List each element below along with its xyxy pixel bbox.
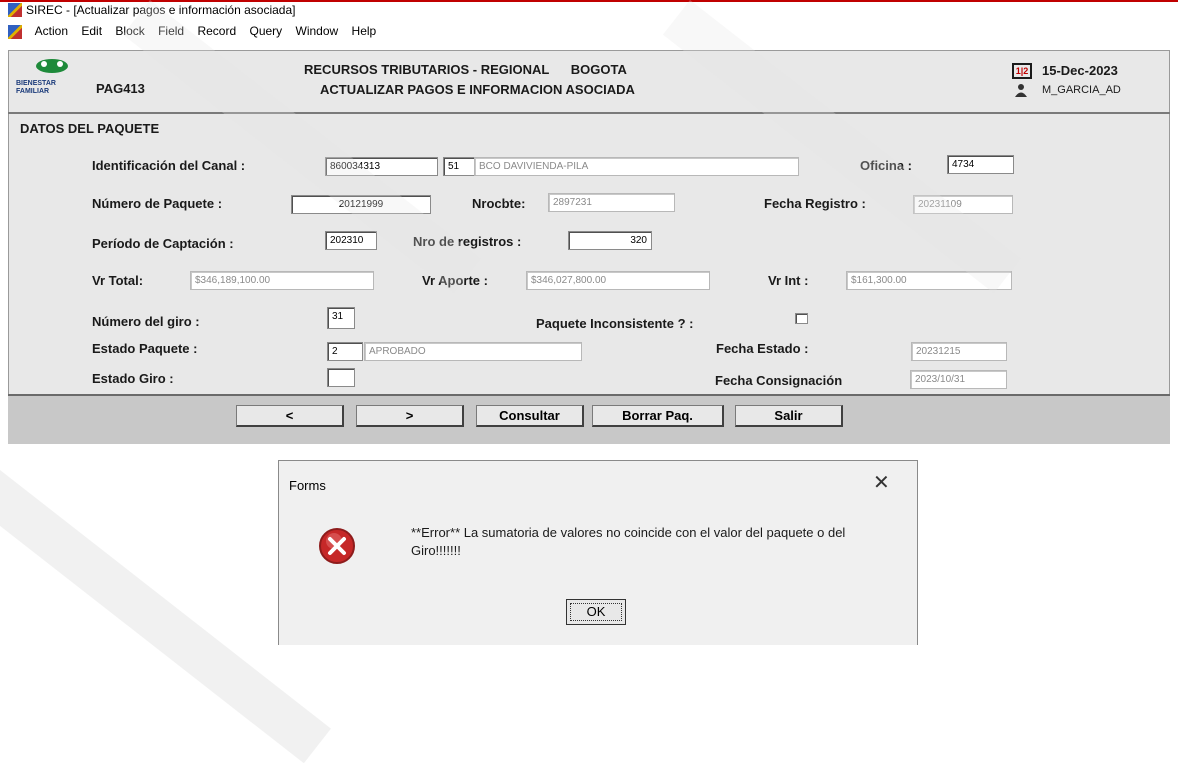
header-divider	[8, 112, 1170, 114]
estado-code-field[interactable]: 2	[327, 342, 363, 361]
nrocbte-field: 2897231	[548, 193, 675, 212]
window-title: SIREC - [Actualizar pagos e información …	[26, 2, 296, 17]
vr-aporte-label: Vr Aporte :	[422, 273, 488, 288]
dialog-title: Forms	[289, 478, 326, 493]
vr-int-field: $161,300.00	[846, 271, 1012, 290]
inconsistente-checkbox[interactable]	[795, 313, 808, 324]
menu-help[interactable]: Help	[352, 24, 377, 38]
vr-total-field: $346,189,100.00	[190, 271, 374, 290]
oficina-field[interactable]: 4734	[947, 155, 1014, 174]
estado-paquete-label: Estado Paquete :	[92, 341, 198, 356]
header-date: 15-Dec-2023	[1042, 63, 1118, 78]
nro-registros-label: Nro de registros :	[413, 234, 522, 249]
paquete-field[interactable]: 20121999	[291, 195, 431, 214]
inconsistente-label: Paquete Inconsistente ? :	[536, 316, 694, 331]
section-title: DATOS DEL PAQUETE	[20, 121, 160, 136]
fecha-registro-label: Fecha Registro :	[764, 196, 866, 211]
canal-nit-field[interactable]: 860034313	[325, 157, 438, 176]
ok-button[interactable]: OK	[566, 599, 626, 625]
header-user: M_GARCIA_AD	[1042, 84, 1121, 96]
window-title-bar: SIREC - [Actualizar pagos e información …	[0, 0, 1178, 24]
oficina-label: Oficina :	[860, 158, 913, 173]
borrar-button[interactable]: Borrar Paq.	[592, 405, 724, 427]
menu-bar: Action Edit Block Field Record Query Win…	[0, 24, 1178, 46]
app-menu-icon[interactable]	[8, 24, 22, 39]
estado-giro-label: Estado Giro :	[92, 371, 174, 386]
menu-block[interactable]: Block	[115, 24, 144, 38]
fecha-estado-field: 20231215	[911, 342, 1007, 361]
periodo-field[interactable]: 202310	[325, 231, 377, 250]
vr-total-label: Vr Total:	[92, 273, 144, 288]
next-button[interactable]: >	[356, 405, 464, 427]
menu-record[interactable]: Record	[197, 24, 236, 38]
giro-field[interactable]: 31	[327, 307, 355, 329]
menu-window[interactable]: Window	[296, 24, 339, 38]
menu-query[interactable]: Query	[249, 24, 282, 38]
vr-aporte-field: $346,027,800.00	[526, 271, 710, 290]
nro-registros-field[interactable]: 320	[568, 231, 652, 250]
menu-field[interactable]: Field	[158, 24, 184, 38]
paquete-label: Número de Paquete :	[92, 196, 223, 211]
estado-giro-field[interactable]	[327, 368, 355, 387]
header-title-line2: ACTUALIZAR PAGOS E INFORMACION ASOCIADA	[320, 82, 635, 97]
fecha-registro-field: 20231109	[913, 195, 1013, 214]
app-icon	[8, 2, 22, 17]
form-code: PAG413	[96, 81, 145, 96]
canal-name-field: BCO DAVIVIENDA-PILA	[474, 157, 799, 176]
canal-code-field[interactable]: 51	[443, 157, 475, 176]
header-title-line1: RECURSOS TRIBUTARIOS - REGIONAL BOGOTA	[304, 62, 627, 77]
nrocbte-label: Nrocbte:	[472, 196, 526, 211]
salir-button[interactable]: Salir	[735, 405, 843, 427]
calendar-icon: 1|2	[1012, 63, 1032, 79]
fecha-estado-label: Fecha Estado :	[716, 341, 809, 356]
canal-label: Identificación del Canal :	[92, 158, 246, 173]
fecha-consig-label: Fecha Consignación	[715, 373, 843, 388]
ok-label: OK	[586, 604, 606, 619]
fecha-consig-field: 2023/10/31	[910, 370, 1007, 389]
dialog-message: **Error** La sumatoria de valores no coi…	[411, 525, 846, 558]
logo-text: BIENESTAR FAMILIAR	[16, 80, 56, 95]
button-bar	[8, 394, 1170, 444]
error-icon	[318, 527, 356, 565]
prev-button[interactable]: <	[236, 405, 344, 427]
estado-text-field: APROBADO	[364, 342, 582, 361]
vr-int-label: Vr Int :	[768, 273, 809, 288]
user-icon	[1014, 83, 1028, 97]
menu-action[interactable]: Action	[35, 24, 68, 38]
consultar-button[interactable]: Consultar	[476, 405, 584, 427]
menu-edit[interactable]: Edit	[81, 24, 102, 38]
dialog-close-icon[interactable]: ✕	[873, 470, 890, 495]
periodo-label: Período de Captación :	[92, 236, 234, 251]
giro-label: Número del giro :	[92, 314, 200, 329]
